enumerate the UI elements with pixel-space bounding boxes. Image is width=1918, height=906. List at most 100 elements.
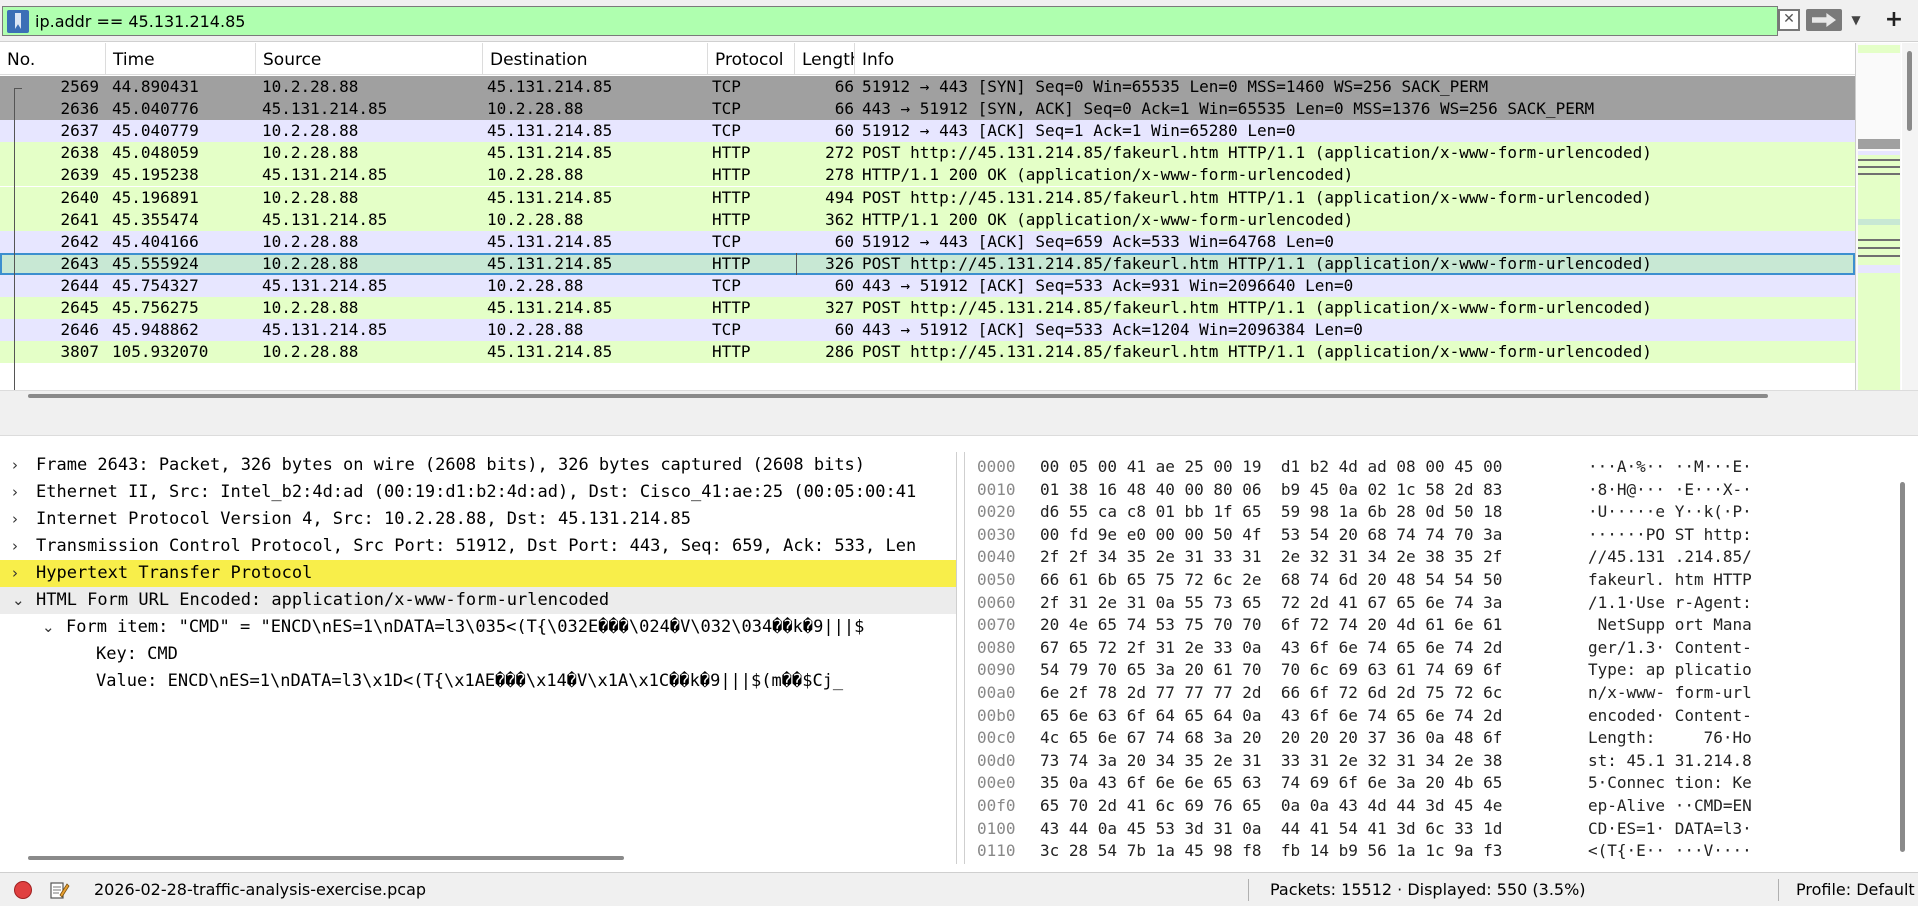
collapse-chevron-down-icon[interactable]: ⌄ (42, 614, 58, 641)
bytes-row[interactable]: 00b0 65 6e 63 6f 64 65 64 0a 43 6f 6e 74 … (965, 705, 1918, 728)
expand-chevron-right-icon[interactable]: › (12, 506, 28, 533)
status-capture-file: 2026-02-28-traffic-analysis-exercise.pca… (94, 880, 427, 899)
collapse-chevron-down-icon[interactable]: ⌄ (12, 587, 28, 614)
table-row[interactable]: 2638 45.048059 10.2.28.88 45.131.214.85 HTTP… (0, 142, 1855, 165)
bytes-row[interactable]: 00c0 4c 65 6e 67 74 68 3a 20 20 20 20 37 … (965, 727, 1918, 750)
packet-list-minimap[interactable] (1855, 43, 1901, 426)
column-header-length[interactable]: Length (795, 43, 855, 75)
clear-filter-icon[interactable]: ✕ (1778, 9, 1800, 31)
detail-tree-item[interactable]: › Ethernet II, Src: Intel_b2:4d:ad (00:19… (0, 479, 956, 506)
packet-time: 45.040776 (112, 99, 199, 119)
display-filter-input[interactable] (35, 8, 1775, 34)
bytes-row[interactable]: 00a0 6e 2f 78 2d 77 77 77 2d 66 6f 72 6d … (965, 682, 1918, 705)
column-header-info[interactable]: Info (855, 43, 1855, 75)
bytes-ascii: st: 45.1 31.214.8 (1588, 750, 1752, 770)
bytes-offset: 00f0 (977, 796, 1016, 815)
status-profile[interactable]: Profile: Default (1796, 873, 1915, 906)
detail-tree-item[interactable]: › Hypertext Transfer Protocol (0, 560, 956, 587)
capture-comment-edit-icon[interactable] (48, 879, 70, 901)
table-row-selected[interactable]: 2643 45.555924 10.2.28.88 45.131.214.85 HTTP… (0, 252, 1855, 275)
column-header-source[interactable]: Source (256, 43, 483, 75)
minimap-band (1858, 265, 1900, 273)
column-header-protocol[interactable]: Protocol (708, 43, 795, 75)
expert-info-icon[interactable] (14, 881, 32, 899)
packet-length: 60 (834, 121, 854, 141)
packet-source: 10.2.28.88 (262, 253, 359, 273)
table-row[interactable]: 2644 45.754327 45.131.214.85 10.2.28.88 TCP 6… (0, 274, 1855, 297)
packet-info: 51912 → 443 [SYN] Seq=0 Win=65535 Len=0 … (862, 77, 1489, 96)
column-header-destination[interactable]: Destination (483, 43, 708, 75)
bytes-row[interactable]: 0090 54 79 70 65 3a 20 61 70 70 6c 69 63 … (965, 659, 1918, 682)
table-row[interactable]: 2640 45.196891 10.2.28.88 45.131.214.85 HTTP… (0, 186, 1855, 209)
detail-tree-item[interactable]: Key: CMD (0, 641, 956, 668)
display-filter-field[interactable] (2, 6, 1778, 36)
packet-details-hscroll-thumb[interactable] (28, 856, 624, 860)
packet-length: 60 (834, 275, 854, 295)
expand-chevron-right-icon[interactable]: › (12, 479, 28, 506)
bytes-row[interactable]: 0000 00 05 00 41 ae 25 00 19 d1 b2 4d ad … (965, 456, 1918, 479)
apply-filter-icon[interactable] (1806, 9, 1842, 31)
table-row[interactable]: 3807 105.932070 10.2.28.88 45.131.214.85 HTT… (0, 341, 1855, 364)
table-row[interactable]: 2646 45.948862 45.131.214.85 10.2.28.88 TCP 6… (0, 319, 1855, 342)
packet-source: 10.2.28.88 (262, 121, 359, 141)
bytes-ascii: 5·Connec tion: Ke (1588, 773, 1752, 793)
expand-chevron-right-icon[interactable]: › (12, 560, 28, 587)
table-row[interactable]: 2637 45.040779 10.2.28.88 45.131.214.85 TCP 6… (0, 120, 1855, 143)
bytes-row[interactable]: 00f0 65 70 2d 41 6c 69 76 65 0a 0a 43 4d … (965, 795, 1918, 818)
add-filter-button-plus-icon[interactable]: + (1878, 6, 1910, 36)
minimap-marker (1858, 239, 1900, 241)
bytes-row[interactable]: 0080 67 65 72 2f 31 2e 33 0a 43 6f 6e 74 … (965, 637, 1918, 660)
detail-tree-item[interactable]: › Frame 2643: Packet, 326 bytes on wire (… (0, 452, 956, 479)
detail-tree-item[interactable]: › Transmission Control Protocol, Src Port… (0, 533, 956, 560)
table-row[interactable]: 2636 45.040776 45.131.214.85 10.2.28.88 TCP 6… (0, 98, 1855, 121)
bytes-hex: 00 fd 9e e0 00 00 50 4f 53 54 20 68 74 7… (1040, 524, 1503, 544)
bytes-row[interactable]: 00e0 35 0a 43 6f 6e 6e 65 63 74 69 6f 6e … (965, 772, 1918, 795)
table-row[interactable]: 2641 45.355474 45.131.214.85 10.2.28.88 HTTP… (0, 208, 1855, 231)
bytes-ascii: Length: 76·Ho (1588, 728, 1752, 748)
packet-list-scroll-thumb[interactable] (1907, 51, 1912, 131)
bytes-row[interactable]: 0010 01 38 16 48 40 00 80 06 b9 45 0a 02 … (965, 479, 1918, 502)
table-row[interactable]: 2569 44.890431 10.2.28.88 45.131.214.85 TCP 6… (0, 76, 1855, 99)
display-filter-toolbar: ✕ ▼ + (0, 0, 1918, 42)
bytes-row[interactable]: 0070 20 4e 65 74 53 75 70 70 6f 72 74 20 … (965, 614, 1918, 637)
packet-list-hscroll-thumb[interactable] (28, 394, 1768, 398)
bytes-row[interactable]: 0030 00 fd 9e e0 00 00 50 4f 53 54 20 68 … (965, 524, 1918, 547)
status-bar: 2026-02-28-traffic-analysis-exercise.pca… (0, 872, 1918, 906)
column-header-no[interactable]: No. (0, 43, 106, 75)
expand-chevron-right-icon[interactable]: › (12, 533, 28, 560)
table-row[interactable]: 2645 45.756275 10.2.28.88 45.131.214.85 HTTP… (0, 297, 1855, 320)
detail-tree-item[interactable]: Value: ENCD\nES=1\nDATA=l3\x1D<(T{\x1AE�… (0, 668, 956, 695)
minimap-marker (1858, 173, 1900, 175)
detail-tree-item[interactable]: ⌄ Form item: "CMD" = "ENCD\nES=1\nDATA=l3… (0, 614, 956, 641)
filter-bookmark-icon[interactable] (7, 10, 29, 33)
bytes-ascii: ·8·H@··· ·E···X-· (1588, 479, 1752, 499)
table-row[interactable]: 2642 45.404166 10.2.28.88 45.131.214.85 TCP 6… (0, 230, 1855, 253)
packet-info: POST http://45.131.214.85/fakeurl.htm HT… (862, 298, 1652, 317)
expand-chevron-right-icon[interactable]: › (12, 452, 28, 479)
detail-tree-item[interactable]: › Internet Protocol Version 4, Src: 10.2.… (0, 506, 956, 533)
packet-time: 105.932070 (112, 342, 209, 362)
detail-tree-label: Ethernet II, Src: Intel_b2:4d:ad (00:19:… (36, 482, 917, 502)
detail-tree-item[interactable]: ⌄ HTML Form URL Encoded: application/x-ww… (0, 587, 956, 614)
bytes-row[interactable]: 00d0 73 74 3a 20 34 35 2e 31 33 31 2e 32 … (965, 750, 1918, 773)
bytes-row[interactable]: 0020 d6 55 ca c8 01 bb 1f 65 59 98 1a 6b … (965, 501, 1918, 524)
packet-details-pane: › Frame 2643: Packet, 326 bytes on wire (… (0, 452, 957, 864)
filter-history-chevron-down-icon[interactable]: ▼ (1847, 10, 1865, 30)
bytes-row[interactable]: 0040 2f 2f 34 35 2e 31 33 31 2e 32 31 34 … (965, 546, 1918, 569)
packet-bytes-scroll-thumb[interactable] (1900, 482, 1905, 852)
packet-list-horizontal-scrollbar[interactable] (0, 390, 1918, 436)
packet-length: 272 (825, 143, 854, 163)
bytes-row[interactable]: 0060 2f 31 2e 31 0a 55 73 65 72 2d 41 67 … (965, 592, 1918, 615)
bytes-row[interactable]: 0110 3c 28 54 7b 1a 45 98 f8 fb 14 b9 56 … (965, 840, 1918, 863)
packet-destination: 45.131.214.85 (487, 231, 613, 251)
column-header-time[interactable]: Time (106, 43, 256, 75)
bytes-row[interactable]: 0050 66 61 6b 65 75 72 6c 2e 68 74 6d 20 … (965, 569, 1918, 592)
packet-time: 45.196891 (112, 187, 199, 207)
bytes-row[interactable]: 0100 43 44 0a 45 53 3d 31 0a 44 41 54 41 … (965, 818, 1918, 841)
packet-source: 10.2.28.88 (262, 342, 359, 362)
packet-list-vertical-scrollbar[interactable] (1902, 43, 1918, 426)
table-row[interactable]: 2639 45.195238 45.131.214.85 10.2.28.88 HTTP… (0, 164, 1855, 187)
minimap-marker (1858, 255, 1900, 257)
bytes-offset: 0000 (977, 457, 1016, 476)
bytes-offset: 00d0 (977, 750, 1016, 770)
